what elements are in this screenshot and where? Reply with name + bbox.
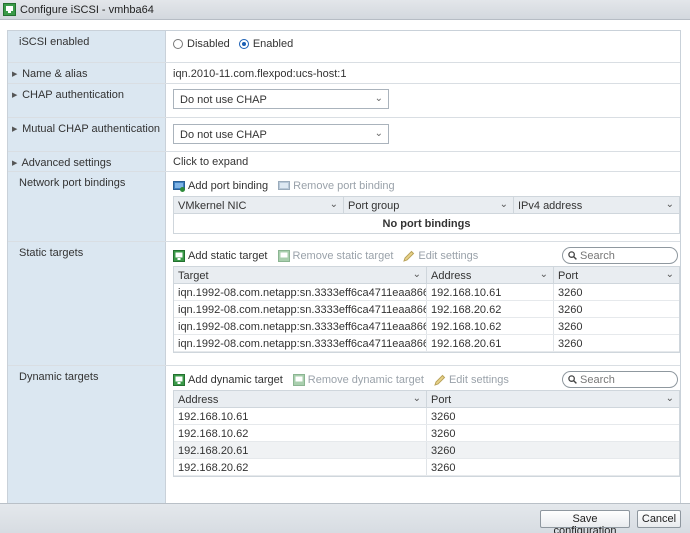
save-configuration-button[interactable]: Save configuration xyxy=(540,510,630,533)
radio-enabled-label[interactable]: Enabled xyxy=(253,38,293,50)
search-icon xyxy=(568,251,577,260)
column-header[interactable]: VMkernel NIC ⌄ xyxy=(174,197,344,213)
static-targets-toolbar: Add static target Remove static target E… xyxy=(173,249,488,263)
port-bindings-table: VMkernel NIC ⌄ Port group ⌄ IPv4 address ⌄ … xyxy=(173,196,680,234)
caret-right-icon[interactable]: ▶ xyxy=(12,91,19,99)
remove-dynamic-target-button[interactable]: Remove dynamic target xyxy=(292,374,424,386)
caret-right-icon[interactable]: ▶ xyxy=(12,125,19,133)
table-row[interactable]: 192.168.20.61 3260 xyxy=(174,442,679,459)
table-row[interactable]: 192.168.10.62 3260 xyxy=(174,425,679,442)
chevron-down-icon: ⌄ xyxy=(412,393,421,404)
table-header: Target ⌄ Address ⌄ Port ⌄ xyxy=(174,267,679,284)
chap-select[interactable]: Do not use CHAP ⌄ xyxy=(173,89,389,109)
advanced-settings-label: Advanced settings xyxy=(21,157,112,169)
column-header[interactable]: Port group ⌄ xyxy=(344,197,514,213)
add-dynamic-target-button[interactable]: Add dynamic target xyxy=(173,374,283,386)
remove-static-target-button[interactable]: Remove static target xyxy=(277,250,393,262)
row-chap: ▶ CHAP authentication Do not use CHAP ⌄ xyxy=(8,84,680,118)
row-static-targets: Static targets Add static target Remove … xyxy=(8,242,680,366)
edit-static-target-button[interactable]: Edit settings xyxy=(403,250,478,262)
search-icon xyxy=(568,375,577,384)
network-remove-icon xyxy=(278,181,291,190)
mutual-chap-label: Mutual CHAP authentication xyxy=(22,123,161,135)
dialog-title: Configure iSCSI - vmhba64 xyxy=(20,3,154,16)
column-header[interactable]: Target ⌄ xyxy=(174,267,427,283)
radio-disabled-label[interactable]: Disabled xyxy=(187,38,230,50)
radio-disabled[interactable] xyxy=(173,39,183,49)
column-header[interactable]: Port ⌄ xyxy=(427,391,679,407)
target-remove-icon xyxy=(292,374,305,386)
empty-table-message: No port bindings xyxy=(382,218,471,230)
chevron-down-icon: ⌄ xyxy=(665,393,674,404)
row-name-alias[interactable]: ▶ Name & alias iqn.2010-11.com.flexpod:u… xyxy=(8,63,680,84)
row-mutual-chap: ▶ Mutual CHAP authentication Do not use … xyxy=(8,118,680,152)
chevron-down-icon: ⌄ xyxy=(374,93,383,104)
add-static-target-button[interactable]: Add static target xyxy=(173,250,268,262)
add-port-binding-button[interactable]: Add port binding xyxy=(173,180,268,192)
static-targets-table: Target ⌄ Address ⌄ Port ⌄ iqn.1992-08.com.n… xyxy=(173,266,680,353)
port-bindings-toolbar: Add port binding Remove port binding xyxy=(173,179,405,193)
column-header[interactable]: Address ⌄ xyxy=(427,267,554,283)
pencil-icon xyxy=(434,374,446,386)
dialog-body: iSCSI enabled Disabled Enabled ▶ Name & … xyxy=(0,20,690,511)
target-remove-icon xyxy=(277,250,290,262)
table-row[interactable]: 192.168.20.62 3260 xyxy=(174,459,679,476)
row-port-bindings: Network port bindings Add port binding R… xyxy=(8,172,680,242)
chap-select-value: Do not use CHAP xyxy=(180,94,267,106)
radio-enabled[interactable] xyxy=(238,39,249,49)
target-add-icon xyxy=(173,250,185,262)
row-dynamic-targets: Dynamic targets Add dynamic target Remov… xyxy=(8,366,680,510)
table-row[interactable]: iqn.1992-08.com.netapp:sn.3333eff6ca4711… xyxy=(174,318,679,335)
iscsi-config-form: iSCSI enabled Disabled Enabled ▶ Name & … xyxy=(7,30,681,511)
pencil-icon xyxy=(403,250,415,262)
table-header: Address ⌄ Port ⌄ xyxy=(174,391,679,408)
dynamic-targets-label: Dynamic targets xyxy=(8,366,166,510)
chevron-down-icon: ⌄ xyxy=(412,269,421,280)
name-alias-label: Name & alias xyxy=(22,68,88,80)
remove-port-binding-button[interactable]: Remove port binding xyxy=(278,180,395,192)
column-header[interactable]: IPv4 address ⌄ xyxy=(514,197,679,213)
port-bindings-label: Network port bindings xyxy=(8,172,166,241)
table-row[interactable]: iqn.1992-08.com.netapp:sn.3333eff6ca4711… xyxy=(174,284,679,301)
iscsi-window-icon xyxy=(3,3,16,16)
row-iscsi-enabled: iSCSI enabled Disabled Enabled xyxy=(8,31,680,63)
chevron-down-icon: ⌄ xyxy=(665,269,674,280)
chap-label: CHAP authentication xyxy=(22,89,124,101)
dynamic-targets-table: Address ⌄ Port ⌄ 192.168.10.61 3260 192.16… xyxy=(173,390,680,477)
mutual-chap-select[interactable]: Do not use CHAP ⌄ xyxy=(173,124,389,144)
table-row[interactable]: iqn.1992-08.com.netapp:sn.3333eff6ca4711… xyxy=(174,301,679,318)
dialog-footer: Save configuration Cancel xyxy=(0,503,690,533)
column-header[interactable]: Address ⌄ xyxy=(174,391,427,407)
table-row[interactable]: iqn.1992-08.com.netapp:sn.3333eff6ca4711… xyxy=(174,335,679,352)
dynamic-targets-search-input[interactable]: Search xyxy=(562,371,678,388)
table-row[interactable]: 192.168.10.61 3260 xyxy=(174,408,679,425)
row-advanced-settings[interactable]: ▶ Advanced settings Click to expand xyxy=(8,152,680,172)
target-add-icon xyxy=(173,374,185,386)
dynamic-targets-toolbar: Add dynamic target Remove dynamic target… xyxy=(173,373,519,387)
caret-right-icon[interactable]: ▶ xyxy=(12,70,19,78)
chevron-down-icon: ⌄ xyxy=(374,128,383,139)
static-targets-label: Static targets xyxy=(8,242,166,365)
chevron-down-icon: ⌄ xyxy=(539,269,548,280)
mutual-chap-select-value: Do not use CHAP xyxy=(180,129,267,141)
cancel-button[interactable]: Cancel xyxy=(637,510,681,528)
chevron-down-icon: ⌄ xyxy=(499,199,508,210)
table-header: VMkernel NIC ⌄ Port group ⌄ IPv4 address ⌄ xyxy=(174,197,679,214)
chevron-down-icon: ⌄ xyxy=(329,199,338,210)
column-header[interactable]: Port ⌄ xyxy=(554,267,679,283)
network-add-icon xyxy=(173,181,185,192)
chevron-down-icon: ⌄ xyxy=(665,199,674,210)
dialog-titlebar: Configure iSCSI - vmhba64 xyxy=(0,0,690,20)
edit-dynamic-target-button[interactable]: Edit settings xyxy=(434,374,509,386)
static-targets-search-input[interactable]: Search xyxy=(562,247,678,264)
name-alias-value: iqn.2010-11.com.flexpod:ucs-host:1 xyxy=(173,68,347,80)
iscsi-enabled-radio-group: Disabled Enabled xyxy=(173,38,680,50)
caret-right-icon[interactable]: ▶ xyxy=(12,159,19,167)
advanced-settings-expand-link[interactable]: Click to expand xyxy=(173,156,248,168)
iscsi-enabled-label: iSCSI enabled xyxy=(8,31,166,62)
